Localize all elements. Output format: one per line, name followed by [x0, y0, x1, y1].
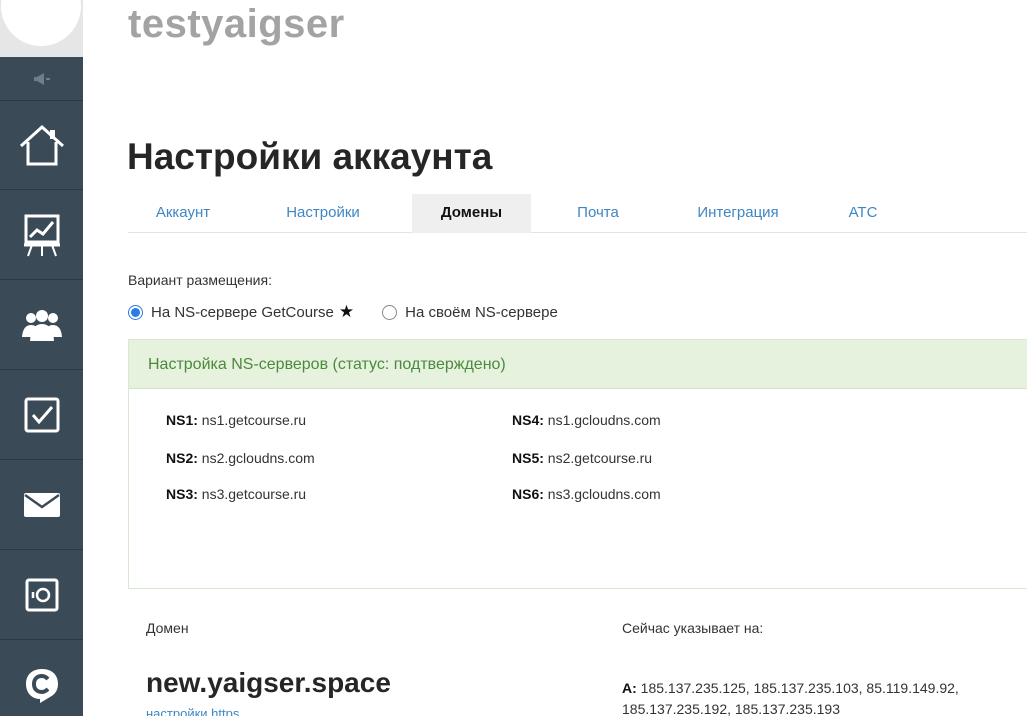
- sidebar-item-getcourse[interactable]: [0, 641, 83, 716]
- sidebar-item-messages[interactable]: [0, 461, 83, 550]
- avatar[interactable]: [1, 0, 81, 46]
- getcourse-logo-icon: [25, 669, 58, 703]
- ns-panel-header: Настройка NS-серверов (статус: подтвержд…: [129, 340, 1027, 389]
- ns-record-key: NS6:: [512, 486, 544, 502]
- safe-icon: [25, 578, 58, 612]
- domain-column-label: Домен: [146, 620, 189, 636]
- tab-pbx[interactable]: АТС: [833, 194, 893, 233]
- ns-record-key: NS1:: [166, 412, 198, 428]
- ns-record-value: ns3.getcourse.ru: [201, 486, 307, 502]
- sidebar-item-home[interactable]: [0, 101, 83, 190]
- dns-records: A: 185.137.235.125, 185.137.235.103, 85.…: [622, 678, 1002, 716]
- settings-tabs: Аккаунт Настройки Домены Почта Интеграци…: [128, 194, 1027, 233]
- sidebar: [0, 0, 83, 716]
- ns-record-1: NS1: ns1.getcourse.ru: [166, 412, 306, 428]
- ns-record-key: NS4:: [512, 412, 544, 428]
- site-title: testyaigser: [128, 2, 345, 46]
- tab-integration[interactable]: Интеграция: [673, 194, 803, 233]
- tab-mail[interactable]: Почта: [558, 194, 638, 233]
- ns-record-value: ns3.gcloudns.com: [547, 486, 661, 502]
- chart-board-icon: [23, 214, 60, 257]
- sidebar-notifications[interactable]: [0, 57, 83, 101]
- sidebar-top: [0, 0, 83, 57]
- radio-own-ns[interactable]: [382, 304, 398, 320]
- ns-record-6: NS6: ns3.gcloudns.com: [512, 486, 661, 502]
- placement-label: Вариант размещения:: [128, 272, 272, 288]
- ns-record-3: NS3: ns3.getcourse.ru: [166, 486, 306, 502]
- tab-account[interactable]: Аккаунт: [128, 194, 238, 233]
- sidebar-item-users[interactable]: [0, 281, 83, 370]
- ns-record-5: NS5: ns2.getcourse.ru: [512, 450, 652, 466]
- ns-record-value: ns1.gcloudns.com: [547, 412, 661, 428]
- radio-option-getcourse-ns[interactable]: На NS-сервере GetCourse ★: [128, 302, 354, 322]
- radio-getcourse-ns-label: На NS-сервере GetCourse: [151, 303, 334, 321]
- home-icon: [19, 124, 64, 166]
- placement-radio-group: На NS-сервере GetCourse ★ На своём NS-се…: [128, 302, 586, 322]
- tab-settings[interactable]: Настройки: [268, 194, 378, 233]
- radio-getcourse-ns[interactable]: [128, 304, 143, 320]
- sidebar-item-safe[interactable]: [0, 551, 83, 640]
- radio-own-ns-label: На своём NS-сервере: [405, 303, 558, 321]
- envelope-icon: [23, 493, 60, 517]
- https-settings-link[interactable]: настройки https: [146, 706, 239, 716]
- record-type: A:: [622, 680, 637, 696]
- sidebar-item-tasks[interactable]: [0, 371, 83, 460]
- ns-record-key: NS3:: [166, 486, 198, 502]
- ns-record-value: ns1.getcourse.ru: [201, 412, 307, 428]
- ns-record-2: NS2: ns2.gcloudns.com: [166, 450, 315, 466]
- checkbox-icon: [24, 397, 59, 433]
- tab-domains[interactable]: Домены: [412, 194, 531, 233]
- ns-record-value: ns2.getcourse.ru: [547, 450, 653, 466]
- ns-record-value: ns2.gcloudns.com: [201, 450, 315, 466]
- ns-record-key: NS2:: [166, 450, 198, 466]
- radio-option-own-ns[interactable]: На своём NS-сервере: [382, 304, 558, 321]
- ns-record-4: NS4: ns1.gcloudns.com: [512, 412, 661, 428]
- ns-servers-panel: Настройка NS-серверов (статус: подтвержд…: [128, 339, 1027, 589]
- page-title: Настройки аккаунта: [127, 136, 493, 177]
- users-group-icon: [21, 310, 62, 341]
- sidebar-item-statistics[interactable]: [0, 191, 83, 280]
- points-to-column-label: Сейчас указывает на:: [622, 620, 764, 636]
- record-values: 185.137.235.125, 185.137.235.103, 85.119…: [622, 680, 959, 716]
- star-icon: ★: [338, 302, 355, 321]
- domain-name: new.yaigser.space: [146, 667, 391, 698]
- ns-record-key: NS5:: [512, 450, 544, 466]
- megaphone-icon: [33, 72, 50, 85]
